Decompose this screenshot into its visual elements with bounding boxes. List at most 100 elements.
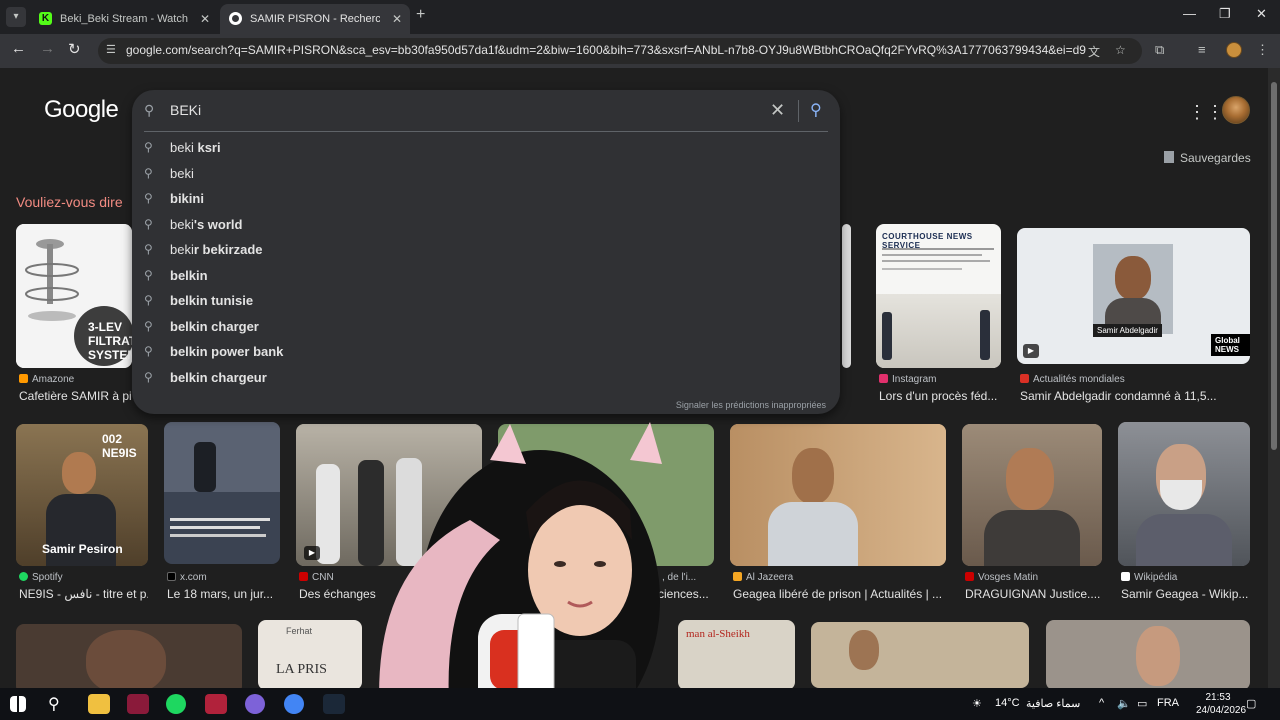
result-image[interactable]: COURTHOUSE NEWS SERVICE: [876, 224, 1001, 368]
streamer-webcam-image: [379, 422, 662, 720]
suggestion-item[interactable]: ⚲ beki's world: [132, 213, 840, 238]
result-caption[interactable]: Samir Abdelgadir condamné à 11,5...: [1020, 389, 1250, 403]
chrome-icon[interactable]: [284, 694, 304, 714]
search-box[interactable]: ⚲ BEKi ✕ ⚲ ⚲ beki ksri ⚲ beki ⚲ bikini ⚲ bek…: [132, 90, 840, 414]
windows-start-icon[interactable]: [10, 696, 26, 712]
suggestion-item[interactable]: ⚲ beki ksri: [132, 136, 840, 161]
vosges-matin-icon: [965, 572, 974, 581]
close-tab-icon[interactable]: ✕: [200, 4, 210, 34]
play-icon: ▶: [1023, 344, 1039, 358]
suggestion-item[interactable]: ⚲ bikini: [132, 187, 840, 212]
app-icon[interactable]: [127, 694, 149, 714]
search-icon: ⚲: [144, 242, 153, 256]
suggestion-item[interactable]: ⚲ belkin: [132, 264, 840, 289]
suggestion-item[interactable]: ⚲ bekir bekirzade: [132, 238, 840, 263]
steam-icon[interactable]: [323, 694, 345, 714]
clear-search-icon[interactable]: ✕: [770, 100, 785, 121]
result-source: Vosges Matin: [965, 572, 1038, 583]
result-image[interactable]: [962, 424, 1102, 566]
result-caption[interactable]: Le 18 mars, un jur...: [167, 587, 280, 601]
cnn-icon: [299, 572, 308, 581]
spotify-icon[interactable]: [166, 694, 186, 714]
back-button[interactable]: ←: [11, 40, 26, 57]
thumb-text: Samir Pesiron: [42, 542, 123, 556]
language-indicator[interactable]: FRA: [1157, 697, 1179, 709]
result-caption[interactable]: Geagea libéré de prison | Actualités | .…: [733, 587, 946, 601]
reload-button[interactable]: ↻: [68, 40, 81, 58]
result-source: Actualités mondiales: [1020, 374, 1125, 385]
account-avatar[interactable]: [1222, 96, 1250, 124]
tab-google-search[interactable]: SAMIR PISRON - Recherche Google ✕: [220, 4, 410, 34]
result-image[interactable]: [16, 624, 242, 688]
notifications-icon[interactable]: ▢: [1246, 697, 1256, 710]
result-image[interactable]: [811, 622, 1029, 688]
media-control-icon[interactable]: ≡: [1198, 42, 1206, 57]
search-button-icon[interactable]: ⚲: [810, 100, 822, 120]
search-icon: ⚲: [144, 268, 153, 282]
result-image[interactable]: Ferhat LA PRIS: [258, 620, 362, 688]
suggestion-item[interactable]: ⚲ belkin charger: [132, 315, 840, 340]
result-caption[interactable]: NE9IS - نافس - titre et p...: [19, 587, 148, 601]
result-caption[interactable]: Cafetière SAMIR à pis: [19, 389, 132, 403]
news-chip: Global NEWS: [1211, 334, 1250, 356]
restore-button[interactable]: ❐: [1219, 6, 1231, 22]
close-window-button[interactable]: ✕: [1256, 6, 1267, 22]
weather-icon[interactable]: ☀: [972, 697, 982, 710]
search-icon: ⚲: [144, 166, 153, 180]
result-image[interactable]: 002 NE9IS Samir Pesiron: [16, 424, 148, 566]
saved-link[interactable]: Sauvegardes: [1164, 151, 1251, 165]
menu-icon[interactable]: ⋮: [1256, 42, 1269, 58]
divider: [144, 131, 828, 132]
forward-button[interactable]: →: [40, 40, 55, 57]
scrollbar-thumb[interactable]: [1271, 82, 1277, 450]
report-predictions-link[interactable]: Signaler les prédictions inappropriées: [676, 400, 826, 410]
result-caption[interactable]: Samir Geagea - Wikip...: [1121, 587, 1250, 601]
result-image[interactable]: [842, 224, 851, 368]
site-info-icon[interactable]: ☰: [106, 43, 116, 56]
close-tab-icon[interactable]: ✕: [392, 4, 402, 34]
translate-icon[interactable]: 文: [1088, 43, 1100, 60]
bookmark-star-icon[interactable]: ☆: [1115, 43, 1126, 57]
result-image[interactable]: [1118, 422, 1250, 566]
tab-search-button[interactable]: ▾: [6, 7, 26, 27]
tab-title: SAMIR PISRON - Recherche Google: [250, 13, 380, 25]
search-icon: ⚲: [144, 370, 153, 384]
search-input[interactable]: BEKi: [170, 102, 201, 118]
search-icon: ⚲: [144, 140, 153, 154]
google-logo[interactable]: Google: [44, 96, 119, 124]
search-icon[interactable]: ⚲: [48, 694, 70, 714]
result-caption[interactable]: Lors d'un procès féd...: [879, 389, 1001, 403]
tray-chevron-icon[interactable]: ^: [1099, 697, 1104, 709]
result-caption[interactable]: DRAGUIGNAN Justice....: [965, 587, 1102, 601]
suggestion-item[interactable]: ⚲ belkin chargeur: [132, 366, 840, 391]
profile-avatar[interactable]: [1226, 42, 1242, 58]
app-icon[interactable]: [245, 694, 265, 714]
network-icon[interactable]: ▭: [1137, 697, 1147, 710]
app-icon[interactable]: [205, 694, 227, 714]
suggestion-item[interactable]: ⚲ belkin tunisie: [132, 289, 840, 314]
weather-description[interactable]: سماء صافية: [1026, 697, 1080, 710]
news-icon: [1020, 374, 1029, 383]
spotify-icon: [19, 572, 28, 581]
page-scrollbar[interactable]: [1268, 68, 1280, 688]
result-image[interactable]: 3-LEV FILTRATION SYSTEM: [16, 224, 132, 368]
tab-kick[interactable]: K Beki_Beki Stream - Watch Live on Kick …: [30, 4, 218, 34]
suggestion-item[interactable]: ⚲ beki: [132, 162, 840, 187]
suggestion-item[interactable]: ⚲ belkin power bank: [132, 340, 840, 365]
extensions-icon[interactable]: ⧉: [1155, 42, 1164, 58]
new-tab-button[interactable]: +: [416, 6, 425, 24]
result-image[interactable]: [164, 422, 280, 564]
weather-temp[interactable]: 14°C: [995, 697, 1020, 709]
result-image[interactable]: [1046, 620, 1250, 688]
address-bar[interactable]: ☰ google.com/search?q=SAMIR+PISRON&sca_e…: [98, 38, 1142, 64]
result-source: CNN: [299, 572, 334, 583]
file-explorer-icon[interactable]: [88, 694, 110, 714]
minimize-button[interactable]: —: [1183, 6, 1196, 21]
volume-icon[interactable]: 🔈: [1117, 697, 1131, 710]
kick-icon: K: [39, 12, 52, 25]
result-image[interactable]: [730, 424, 946, 566]
aljazeera-icon: [733, 572, 742, 581]
divider: [798, 100, 799, 122]
clock[interactable]: 21:53 24/04/2026: [1196, 691, 1246, 717]
result-image[interactable]: Samir Abdelgadir Global NEWS ▶: [1017, 228, 1250, 364]
